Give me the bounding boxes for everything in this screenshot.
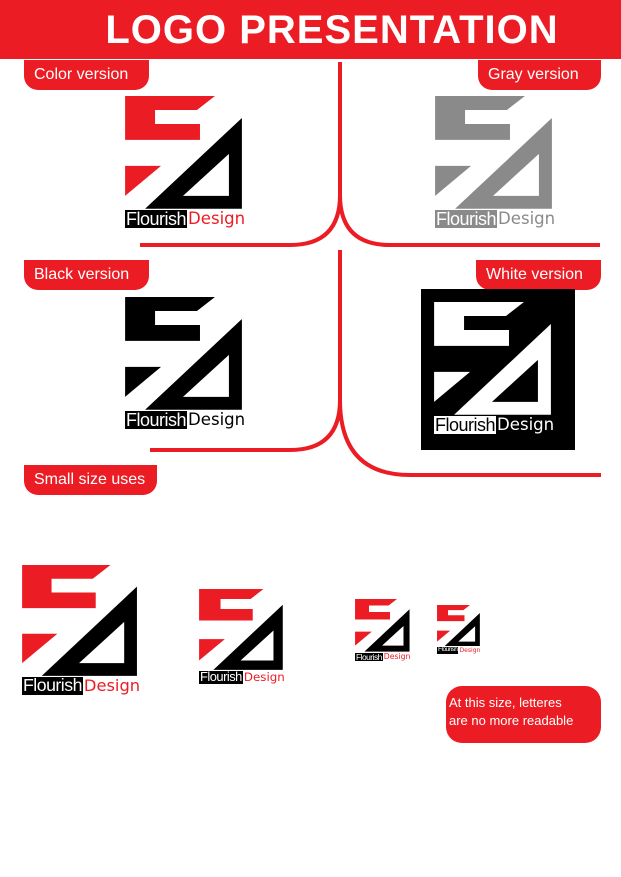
- logo-gray-version: Flourish Design: [435, 96, 555, 228]
- wordmark-design: Design: [188, 410, 246, 430]
- wordmark-design: Design: [188, 209, 246, 229]
- logo-wordmark: Flourish Design: [437, 647, 481, 654]
- logo-top-shape: [199, 589, 264, 621]
- wordmark-flourish: Flourish: [355, 651, 383, 662]
- wordmark-flourish: Flourish: [199, 668, 243, 684]
- logo-top-shape: [435, 96, 525, 140]
- wordmark-flourish: Flourish: [125, 409, 188, 430]
- logo-wedge-shape: [437, 630, 451, 642]
- small-size-uses-label: Small size uses: [24, 465, 157, 495]
- fd-monogram-icon: [434, 302, 551, 415]
- logo-wedge-shape: [435, 165, 472, 196]
- readability-note: At this size, letteres are no more reada…: [446, 686, 601, 743]
- logo-wordmark: Flourish Design: [22, 674, 141, 696]
- readability-note-line1: At this size, letteres: [449, 695, 562, 710]
- logo-wordmark: Flourish Design: [355, 651, 411, 662]
- wordmark-flourish: Flourish: [125, 208, 188, 229]
- logo-wedge-shape: [22, 633, 58, 664]
- white-version-label: White version: [476, 260, 601, 290]
- black-version-label: Black version: [24, 260, 149, 290]
- wordmark-design: Design: [243, 669, 285, 684]
- wordmark-flourish: Flourish: [437, 646, 459, 654]
- wordmark-design: Design: [459, 646, 481, 654]
- color-version-label: Color version: [24, 60, 149, 90]
- logo-small-3: Flourish Design: [355, 599, 411, 661]
- logo-wedge-shape: [355, 631, 372, 646]
- wordmark-flourish: Flourish: [434, 414, 497, 435]
- logo-wordmark: Flourish Design: [199, 668, 285, 684]
- logo-wordmark: Flourish Design: [125, 409, 246, 430]
- logo-white-version: Flourish Design: [434, 302, 554, 434]
- logo-color-version: Flourish Design: [125, 96, 245, 228]
- logo-small-4: Flourish Design: [437, 605, 481, 654]
- wordmark-design: Design: [83, 676, 141, 696]
- logo-wordmark: Flourish Design: [435, 208, 556, 229]
- wordmark-flourish: Flourish: [22, 674, 83, 695]
- logo-black-version: Flourish Design: [125, 297, 245, 429]
- logo-wordmark: Flourish Design: [434, 414, 555, 435]
- fd-monogram-icon: [435, 96, 552, 209]
- logo-top-shape: [434, 302, 524, 346]
- fd-monogram-icon: [355, 599, 410, 652]
- logo-wedge-shape: [434, 371, 471, 402]
- logo-small-2: Flourish Design: [199, 589, 285, 684]
- logo-wedge-shape: [199, 639, 225, 661]
- logo-small-1: Flourish Design: [22, 565, 140, 695]
- logo-top-shape: [22, 565, 111, 609]
- fd-monogram-icon: [437, 605, 480, 647]
- wordmark-design: Design: [497, 415, 555, 435]
- logo-top-shape: [437, 605, 470, 622]
- logo-wedge-shape: [125, 165, 162, 196]
- fd-monogram-icon: [125, 96, 242, 209]
- logo-top-shape: [355, 599, 397, 620]
- wordmark-design: Design: [498, 209, 556, 229]
- logo-wordmark: Flourish Design: [125, 208, 246, 229]
- wordmark-design: Design: [383, 652, 411, 662]
- fd-monogram-icon: [199, 589, 283, 670]
- gray-version-label: Gray version: [478, 60, 601, 90]
- readability-note-line2: are no more readable: [449, 713, 574, 728]
- logo-wedge-shape: [125, 366, 162, 397]
- fd-monogram-icon: [125, 297, 242, 410]
- logo-top-shape: [125, 297, 215, 341]
- logo-top-shape: [125, 96, 215, 140]
- fd-monogram-icon: [22, 565, 137, 676]
- wordmark-flourish: Flourish: [435, 208, 498, 229]
